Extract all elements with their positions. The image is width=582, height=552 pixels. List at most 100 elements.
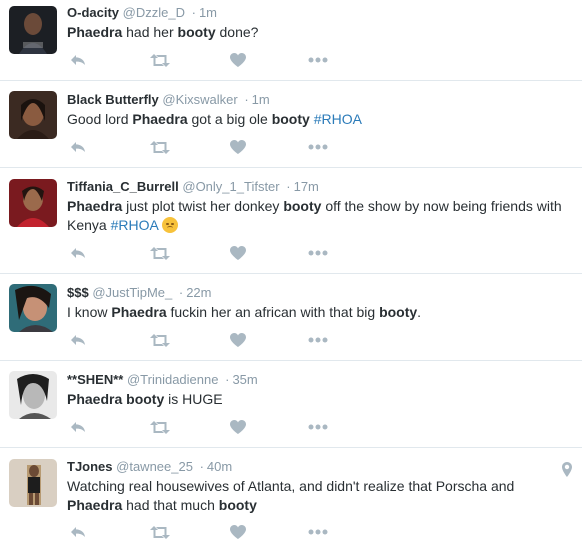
timestamp[interactable]: 40m xyxy=(207,459,232,474)
timestamp[interactable]: 1m xyxy=(199,5,217,20)
separator: · xyxy=(191,5,196,20)
heart-icon[interactable] xyxy=(227,246,249,260)
tweet[interactable]: Black Butterfly @Kixswalker · 1m Good lor… xyxy=(0,81,582,168)
retweet-icon[interactable] xyxy=(149,333,171,347)
display-name[interactable]: Tiffania_C_Burrell xyxy=(67,179,179,194)
timestamp[interactable]: 17m xyxy=(294,179,319,194)
hashtag-link[interactable]: #RHOA xyxy=(314,111,362,127)
user-handle[interactable]: @JustTipMe_ xyxy=(92,285,172,300)
tweet-text: Good lord Phaedra got a big ole booty #R… xyxy=(67,110,570,129)
more-icon[interactable] xyxy=(307,246,329,260)
display-name[interactable]: Black Butterfly xyxy=(67,92,159,107)
tweet-header: Black Butterfly @Kixswalker · 1m xyxy=(67,91,570,109)
retweet-icon[interactable] xyxy=(149,53,171,67)
separator: · xyxy=(178,285,184,300)
tweet-text-segment: . xyxy=(417,304,422,320)
more-icon[interactable] xyxy=(307,420,329,434)
reply-icon[interactable] xyxy=(67,333,89,347)
highlighted-keyword: Phaedra xyxy=(132,111,188,127)
tweet-header: $$$ @JustTipMe_ · 22m xyxy=(67,284,570,302)
avatar[interactable] xyxy=(9,6,57,54)
retweet-icon[interactable] xyxy=(149,246,171,260)
tweet[interactable]: TJones @tawnee_25 · 40m Watching real hou… xyxy=(0,448,582,552)
highlighted-keyword: booty xyxy=(218,497,257,513)
avatar[interactable] xyxy=(9,459,57,507)
heart-icon[interactable] xyxy=(227,420,249,434)
reply-icon[interactable] xyxy=(67,420,89,434)
tweet-text-segment: just plot twist her donkey xyxy=(122,198,284,214)
tweet[interactable]: $$$ @JustTipMe_ · 22m I know Phaedra fuck… xyxy=(0,274,582,361)
tweet-text-segment: got a big ole xyxy=(187,111,272,127)
tweet-header: TJones @tawnee_25 · 40m xyxy=(67,458,552,476)
separator: · xyxy=(244,92,249,107)
retweet-icon[interactable] xyxy=(149,525,171,539)
tweet[interactable]: Tiffania_C_Burrell @Only_1_Tifster · 17m … xyxy=(0,168,582,274)
highlighted-keyword: booty xyxy=(271,111,310,127)
heart-icon[interactable] xyxy=(227,333,249,347)
display-name[interactable]: **SHEN** xyxy=(67,372,123,387)
tweet-text: Watching real housewives of Atlanta, and… xyxy=(67,477,552,515)
avatar[interactable] xyxy=(9,284,57,332)
highlighted-keyword: booty xyxy=(283,198,322,214)
retweet-icon[interactable] xyxy=(149,140,171,154)
heart-icon[interactable] xyxy=(227,140,249,154)
hashtag-link[interactable]: #RHOA xyxy=(111,217,158,233)
highlighted-keyword: booty xyxy=(177,24,216,40)
more-icon[interactable] xyxy=(307,53,329,67)
timestamp[interactable]: 35m xyxy=(232,372,257,387)
user-handle[interactable]: @Only_1_Tifster xyxy=(182,179,279,194)
user-handle[interactable]: @Dzzle_D xyxy=(123,5,185,20)
avatar[interactable] xyxy=(9,179,57,227)
highlighted-keyword: booty xyxy=(379,304,418,320)
highlighted-keyword: Phaedra xyxy=(67,391,123,407)
separator: · xyxy=(225,372,230,387)
tweet-text-segment: I know xyxy=(67,304,112,320)
reply-icon[interactable] xyxy=(67,246,89,260)
retweet-icon[interactable] xyxy=(149,420,171,434)
tweet-text: Phaedra had her booty done? xyxy=(67,23,570,42)
display-name[interactable]: TJones xyxy=(67,459,113,474)
more-icon[interactable] xyxy=(307,140,329,154)
highlighted-keyword: Phaedra xyxy=(111,304,167,320)
separator: · xyxy=(286,179,291,194)
tweet-header: O-dacity @Dzzle_D · 1m xyxy=(67,4,570,22)
reply-icon[interactable] xyxy=(67,525,89,539)
tweet-header: Tiffania_C_Burrell @Only_1_Tifster · 17m xyxy=(67,178,570,196)
tweet-text: Phaedra booty is HUGE xyxy=(67,390,570,409)
display-name[interactable]: O-dacity xyxy=(67,5,119,20)
tweet-text-segment: done? xyxy=(215,24,259,40)
highlighted-keyword: booty xyxy=(126,391,165,407)
tweet[interactable]: O-dacity @Dzzle_D · 1m Phaedra had her bo… xyxy=(0,0,582,81)
highlighted-keyword: Phaedra xyxy=(67,497,123,513)
more-icon[interactable] xyxy=(307,333,329,347)
tweet-text-segment: is HUGE xyxy=(164,391,223,407)
avatar[interactable] xyxy=(9,371,57,419)
tweet-text-segment: had her xyxy=(122,24,178,40)
tweet-text: I know Phaedra fuckin her an african wit… xyxy=(67,303,570,322)
timestamp[interactable]: 22m xyxy=(186,285,211,300)
separator: · xyxy=(199,459,204,474)
more-icon[interactable] xyxy=(307,525,329,539)
user-handle[interactable]: @tawnee_25 xyxy=(116,459,193,474)
location-pin-icon[interactable] xyxy=(562,462,572,482)
heart-icon[interactable] xyxy=(227,525,249,539)
user-handle[interactable]: @Kixswalker xyxy=(162,92,237,107)
timestamp[interactable]: 1m xyxy=(252,92,270,107)
reply-icon[interactable] xyxy=(67,53,89,67)
display-name[interactable]: $$$ xyxy=(67,285,89,300)
tweet-text: Phaedra just plot twist her donkey booty… xyxy=(67,197,570,235)
tweet-text-segment: had that much xyxy=(122,497,219,513)
tweet-text-segment: Watching real housewives of Atlanta, and… xyxy=(67,478,515,494)
tweet-feed: O-dacity @Dzzle_D · 1m Phaedra had her bo… xyxy=(0,0,582,552)
heart-icon[interactable] xyxy=(227,53,249,67)
tweet[interactable]: **SHEN** @Trinidadienne · 35m Phaedra boo… xyxy=(0,361,582,448)
tweet-text-segment: fuckin her an african with that big xyxy=(166,304,380,320)
avatar[interactable] xyxy=(9,91,57,139)
disappointed-face-emoji xyxy=(161,217,178,233)
user-handle[interactable]: @Trinidadienne xyxy=(127,372,219,387)
tweet-text-segment: Good lord xyxy=(67,111,133,127)
tweet-header: **SHEN** @Trinidadienne · 35m xyxy=(67,371,570,389)
highlighted-keyword: Phaedra xyxy=(67,24,123,40)
highlighted-keyword: Phaedra xyxy=(67,198,123,214)
reply-icon[interactable] xyxy=(67,140,89,154)
